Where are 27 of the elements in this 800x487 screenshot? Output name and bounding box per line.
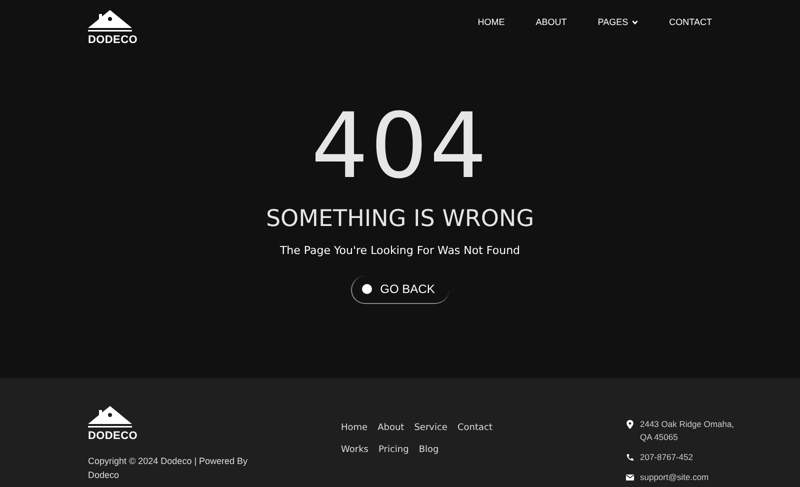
- copyright-text: Copyright © 2024 Dodeco | Powered By Dodeco: [88, 455, 248, 482]
- house-icon: [88, 406, 132, 428]
- footer-link[interactable]: About: [378, 423, 404, 433]
- phone-icon: [626, 453, 634, 462]
- contact-text: 2443 Oak Ridge Omaha, QA 45065: [640, 418, 736, 444]
- footer-link[interactable]: Home: [341, 423, 368, 433]
- footer-link[interactable]: Works: [341, 445, 368, 455]
- footer-logo-text: DODECO: [88, 430, 138, 442]
- logo-text[interactable]: DODECO: [88, 34, 138, 46]
- error-code: 404: [311, 102, 489, 192]
- footer-link[interactable]: Contact: [457, 423, 492, 433]
- nav-link[interactable]: HOME: [478, 17, 505, 27]
- go-back-button[interactable]: GO BACK: [351, 276, 449, 304]
- footer-link[interactable]: Service: [414, 423, 448, 433]
- nav-link[interactable]: PAGES: [598, 17, 638, 27]
- nav-link[interactable]: ABOUT: [536, 17, 567, 27]
- envelope-icon: [626, 473, 634, 482]
- house-icon: [88, 10, 132, 32]
- footer-link[interactable]: Blog: [418, 445, 439, 455]
- nav-link[interactable]: CONTACT: [669, 17, 712, 27]
- contact-text: support@site.com: [640, 471, 710, 484]
- contact-text: 207-8767-452: [640, 451, 694, 464]
- caret-icon: [632, 20, 638, 24]
- location-pin-icon: [626, 420, 634, 429]
- error-title: SOMETHING IS WRONG: [266, 206, 534, 232]
- footer-link[interactable]: Pricing: [378, 445, 409, 455]
- error-message: The Page You're Looking For Was Not Found: [280, 244, 520, 257]
